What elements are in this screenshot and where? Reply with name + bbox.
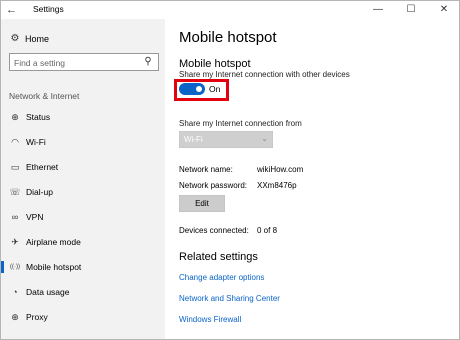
gear-icon: ⚙ (10, 33, 20, 44)
sidebar-item-label: Status (26, 112, 51, 122)
vpn-icon: ∞ (11, 212, 19, 222)
settings-window: ← Settings — ☐ ✕ ⚙ Home ⚲ Network & Inte… (0, 0, 460, 340)
active-indicator (1, 261, 4, 273)
edit-button[interactable]: Edit (179, 195, 225, 212)
dialup-icon: ☏ (9, 187, 21, 197)
share-from-dropdown[interactable]: Wi-Fi ⌄ (179, 131, 273, 148)
back-arrow-icon[interactable]: ← (6, 3, 20, 17)
main-content: Mobile hotspot Mobile hotspot Share my I… (165, 19, 459, 339)
share-from-label: Share my Internet connection from (179, 119, 302, 128)
toggle-state-label: On (209, 84, 221, 94)
change-adapter-options-link[interactable]: Change adapter options (179, 273, 264, 282)
hotspot-icon: ((·)) (10, 264, 20, 270)
sidebar-item-airplane-mode[interactable]: ✈ Airplane mode (1, 232, 165, 252)
sidebar-item-vpn[interactable]: ∞ VPN (1, 207, 165, 227)
page-title: Mobile hotspot (179, 29, 277, 46)
close-button[interactable]: ✕ (429, 1, 459, 19)
wifi-icon: ◠ (11, 137, 19, 147)
ethernet-icon: ▭ (10, 162, 20, 172)
sidebar-item-label: Airplane mode (26, 237, 81, 247)
devices-connected-value: 0 of 8 (257, 226, 278, 235)
data-usage-icon: ◔ (12, 287, 18, 297)
sidebar-item-dialup[interactable]: ☏ Dial-up (1, 182, 165, 202)
sidebar-item-label: Dial-up (26, 187, 53, 197)
globe-icon: ⊕ (11, 112, 19, 122)
network-password-label: Network password: (179, 181, 248, 190)
sidebar-item-ethernet[interactable]: ▭ Ethernet (1, 157, 165, 177)
sidebar-item-label: Data usage (26, 287, 70, 297)
network-name-label: Network name: (179, 165, 233, 174)
hotspot-toggle[interactable] (179, 83, 205, 95)
sidebar-section-label: Network & Internet (9, 91, 80, 101)
minimize-button[interactable]: — (363, 1, 393, 19)
dropdown-value: Wi-Fi (184, 135, 203, 144)
search-input[interactable] (14, 56, 134, 69)
toggle-knob (196, 86, 202, 92)
sidebar: ⚙ Home ⚲ Network & Internet ⊕ Status ◠ W… (1, 19, 165, 339)
devices-connected-label: Devices connected: (179, 226, 249, 235)
sidebar-item-data-usage[interactable]: ◔ Data usage (1, 282, 165, 302)
section-title: Mobile hotspot (179, 58, 251, 70)
sidebar-item-label: Wi-Fi (26, 137, 46, 147)
home-nav-item[interactable]: ⚙ Home (9, 32, 159, 46)
home-label: Home (25, 34, 50, 44)
windows-firewall-link[interactable]: Windows Firewall (179, 315, 241, 324)
sidebar-item-label: Ethernet (26, 162, 59, 172)
sidebar-item-label: Proxy (26, 312, 48, 322)
sidebar-item-label: Mobile hotspot (26, 262, 82, 272)
sidebar-item-wifi[interactable]: ◠ Wi-Fi (1, 132, 165, 152)
proxy-icon: ⊕ (11, 312, 19, 322)
search-box[interactable]: ⚲ (9, 53, 159, 71)
network-sharing-center-link[interactable]: Network and Sharing Center (179, 294, 280, 303)
sidebar-item-mobile-hotspot[interactable]: ((·)) Mobile hotspot (1, 257, 165, 277)
network-password-value: XXm8476p (257, 181, 297, 190)
share-description: Share my Internet connection with other … (179, 70, 350, 79)
chevron-down-icon: ⌄ (261, 134, 268, 143)
related-settings-title: Related settings (179, 251, 258, 263)
network-name-value: wikiHow.com (257, 165, 304, 174)
title-bar: ← Settings — ☐ ✕ (1, 1, 459, 19)
maximize-button[interactable]: ☐ (396, 1, 426, 19)
window-title: Settings (33, 4, 64, 14)
search-icon[interactable]: ⚲ (141, 55, 155, 69)
airplane-icon: ✈ (11, 237, 19, 247)
sidebar-item-label: VPN (26, 212, 44, 222)
sidebar-item-proxy[interactable]: ⊕ Proxy (1, 307, 165, 327)
sidebar-item-status[interactable]: ⊕ Status (1, 107, 165, 127)
